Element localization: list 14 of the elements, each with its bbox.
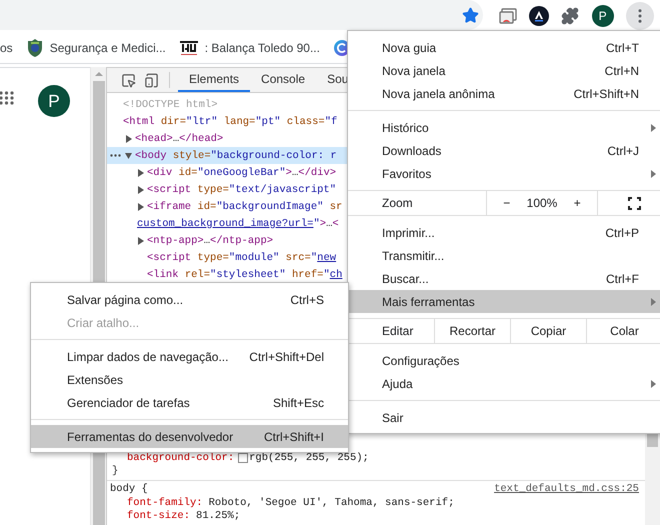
zoom-value: 100% <box>526 196 558 210</box>
shortcut-label: Ctrl+S <box>290 292 324 306</box>
edit-label: Editar <box>381 324 414 338</box>
shortcut-label: Ctrl+Shift+I <box>264 430 324 444</box>
shortcut-label: Ctrl+Shift+Del <box>249 350 324 364</box>
shortcut-label: Shift+Esc <box>272 396 324 410</box>
zoom-label: Zoom <box>381 196 413 210</box>
shortcut-label: Ctrl+N <box>604 64 639 78</box>
shortcut-label: Ctrl+F <box>606 272 639 286</box>
closing-brace: } <box>111 464 120 477</box>
shortcut-label: Ctrl+J <box>607 144 639 158</box>
shortcut-label: Ctrl+T <box>606 40 639 54</box>
shortcut-label: Ctrl+Shift+N <box>574 86 639 100</box>
shortcut-label: Ctrl+P <box>605 226 639 240</box>
